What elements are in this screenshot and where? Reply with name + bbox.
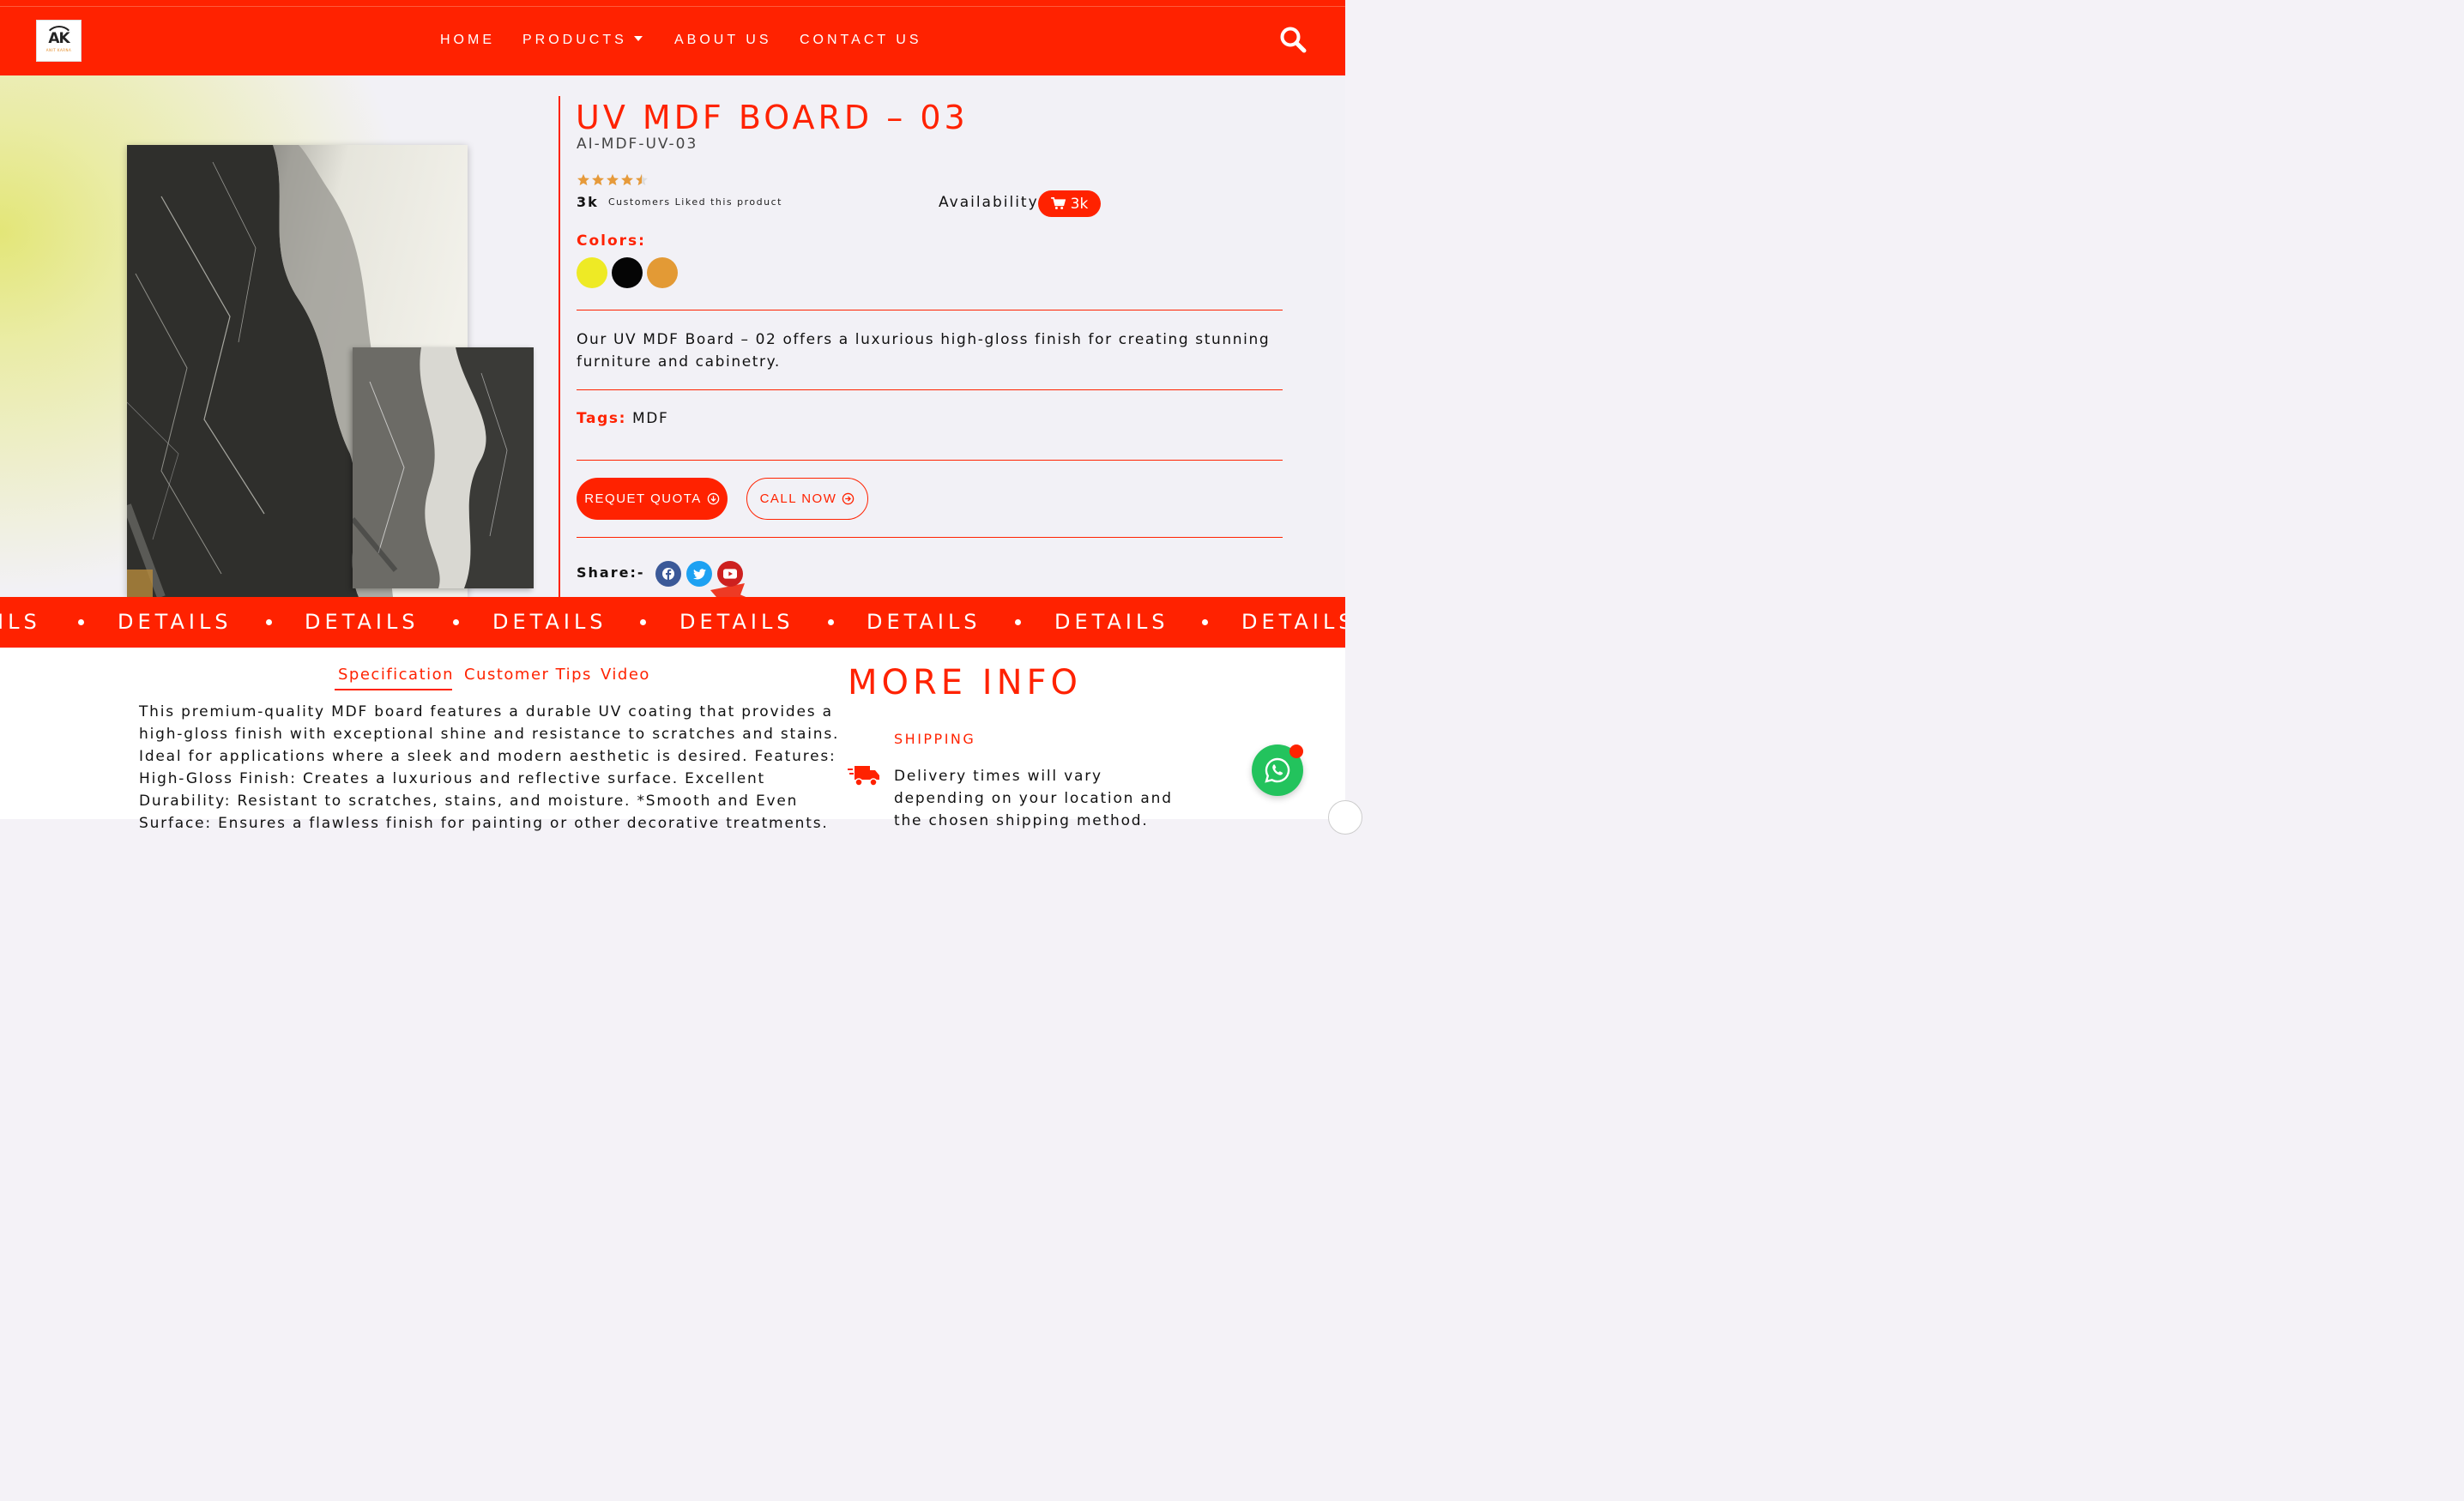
arrow-down-circle-icon (707, 492, 720, 505)
product-image-thumbnail[interactable] (353, 347, 534, 588)
vertical-divider (559, 96, 560, 597)
likes-count: 3k (577, 194, 599, 210)
notification-dot (1289, 744, 1303, 758)
divider (577, 537, 1283, 538)
product-description: Our UV MDF Board – 02 offers a luxurious… (577, 331, 1271, 371)
marquee-dot (453, 619, 459, 625)
main-nav: HOME PRODUCTS ABOUT US CONTACT US (0, 33, 1345, 50)
nav-products-label: PRODUCTS (522, 33, 627, 47)
marquee-item: DETAILS (1054, 610, 1169, 634)
divider (577, 389, 1283, 390)
whatsapp-icon (1265, 757, 1290, 783)
call-now-button[interactable]: CALL NOW (746, 478, 868, 520)
marquee-dot (828, 619, 834, 625)
call-now-label: CALL NOW (759, 491, 837, 506)
availability-value: 3k (1070, 195, 1089, 213)
nav-home[interactable]: HOME (440, 33, 495, 48)
tags-value[interactable]: MDF (632, 410, 668, 427)
cart-icon (1050, 197, 1066, 209)
tags-label: Tags: (577, 410, 626, 427)
share-label: Share:- (577, 564, 645, 581)
color-swatch-orange[interactable] (647, 257, 678, 288)
rating-stars (577, 172, 649, 188)
marquee-dot (640, 619, 646, 625)
chevron-down-icon (633, 36, 643, 41)
tab-specification[interactable]: Specification (338, 666, 454, 684)
marquee-item: DETAILS (679, 610, 794, 634)
marquee-item: ILS (0, 610, 41, 634)
nav-contact-us[interactable]: CONTACT US (800, 33, 922, 48)
shipping-label: SHIPPING (894, 731, 976, 747)
marquee-item: DETAILS (1241, 610, 1345, 634)
tab-video[interactable]: Video (601, 666, 650, 684)
marquee-dot (1015, 619, 1021, 625)
color-swatch-black[interactable] (612, 257, 643, 288)
product-details-section: Specification Customer Tips Video This p… (0, 648, 1345, 832)
search-icon[interactable] (1278, 25, 1307, 54)
truck-icon (848, 766, 879, 787)
product-sku: AI-MDF-UV-03 (577, 136, 698, 153)
star-half-icon (636, 173, 648, 186)
color-swatch-yellow[interactable] (577, 257, 607, 288)
marquee-item: DETAILS (305, 610, 420, 634)
star-icon (577, 173, 589, 186)
more-info-heading: MORE INFO (848, 663, 1082, 702)
facebook-icon[interactable] (655, 561, 681, 587)
star-icon (607, 173, 619, 186)
marquee-dot (1202, 619, 1208, 625)
active-tab-indicator (335, 689, 452, 690)
nav-products[interactable]: PRODUCTS (522, 33, 643, 48)
marquee-dot (78, 619, 84, 625)
details-marquee: ILS DETAILS DETAILS DETAILS DETAILS DETA… (0, 597, 1345, 648)
nav-about-us[interactable]: ABOUT US (674, 33, 772, 48)
availability-badge: 3k (1038, 190, 1101, 217)
availability-label: Availability (939, 194, 1039, 211)
chat-bubble-edge[interactable] (1328, 800, 1362, 835)
specification-text: This premium-quality MDF board features … (139, 703, 840, 832)
tab-customer-tips[interactable]: Customer Tips (464, 666, 592, 684)
header-top-line (0, 6, 1345, 7)
likes-label: Customers Liked this product (608, 196, 782, 208)
product-title: UV MDF BOARD – 03 (576, 99, 969, 136)
marquee-item: DETAILS (492, 610, 607, 634)
product-tags: Tags: MDF (577, 410, 668, 427)
colors-label: Colors: (577, 232, 646, 250)
star-icon (592, 173, 604, 186)
site-header: AK ANIT KARNA HOME PRODUCTS ABOUT US CON… (0, 0, 1345, 75)
youtube-icon[interactable] (717, 561, 743, 587)
arrow-right-circle-icon (842, 492, 855, 505)
marquee-item: DETAILS (118, 610, 233, 634)
divider (577, 460, 1283, 461)
request-quota-button[interactable]: REQUET QUOTA (577, 478, 728, 520)
marquee-item: DETAILS (867, 610, 981, 634)
twitter-icon[interactable] (686, 561, 712, 587)
request-quota-label: REQUET QUOTA (584, 491, 702, 506)
star-icon (621, 173, 633, 186)
product-hero: UV MDF BOARD – 03 AI-MDF-UV-03 3k Custom… (0, 75, 1345, 597)
shipping-text: Delivery times will vary depending on yo… (894, 768, 1173, 829)
marquee-dot (266, 619, 272, 625)
